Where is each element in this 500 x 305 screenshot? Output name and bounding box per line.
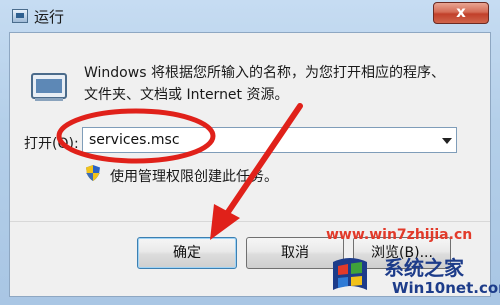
uac-shield-icon (86, 165, 100, 181)
watermark-title: 系统之家 (384, 256, 464, 280)
annotation-arrow (210, 103, 303, 240)
windows-logo-icon (333, 258, 367, 290)
dropdown-arrow-icon[interactable] (442, 138, 452, 144)
watermark-url: www.win7zhijia.cn (326, 227, 473, 243)
run-dialog-icon (12, 9, 28, 23)
close-button[interactable]: x (433, 2, 489, 24)
description-line-1: Windows 将根据您所输入的名称，为您打开相应的程序、 (84, 65, 445, 81)
watermark-domain: Win10net.com (392, 279, 500, 297)
run-dialog-icon (31, 73, 67, 101)
close-icon: x (456, 3, 466, 21)
window-title: 运行 (34, 8, 65, 26)
title-bar[interactable]: 运行 x (0, 0, 500, 34)
